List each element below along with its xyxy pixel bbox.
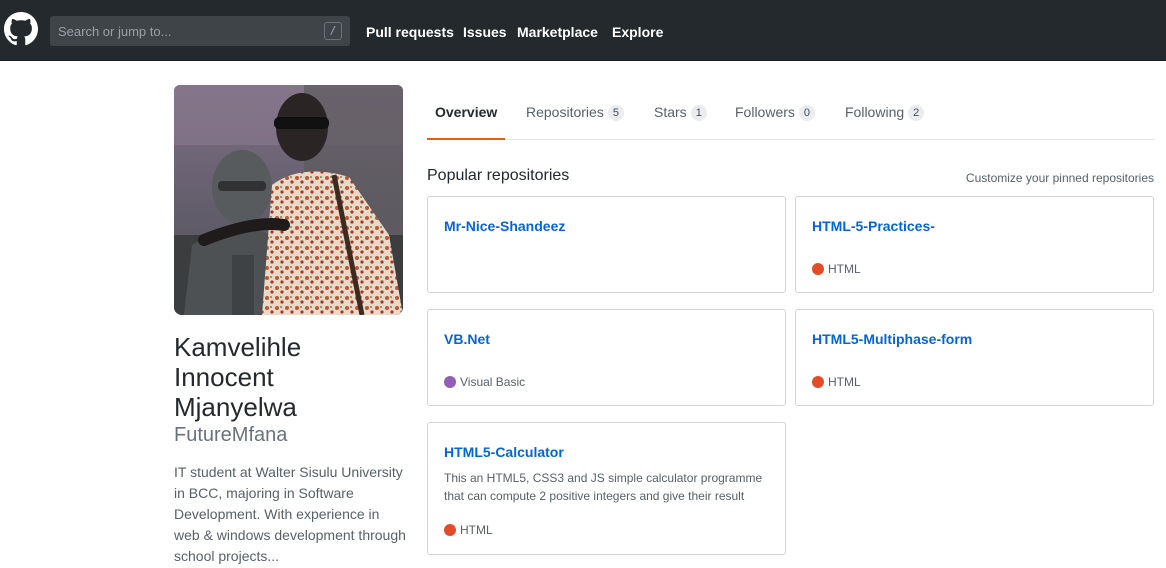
language-color-dot — [444, 376, 456, 388]
repo-description: This an HTML5, CSS3 and JS simple calcul… — [444, 471, 763, 503]
repo-link[interactable]: Mr-Nice-Shandeez — [444, 217, 565, 235]
popular-repositories-title: Popular repositories — [427, 167, 570, 184]
repo-language: HTML — [812, 262, 861, 276]
profile-username: FutureMfana — [174, 424, 288, 446]
repo-link[interactable]: VB.Net — [444, 330, 490, 348]
name-line-2: Innocent — [174, 362, 274, 392]
tab-label: Repositories — [526, 104, 604, 120]
search-shortcut-key: / — [324, 22, 342, 40]
repo-card: Mr-Nice-Shandeez — [427, 196, 786, 293]
profile-full-name: Kamvelihle Innocent Mjanyelwa — [174, 332, 394, 422]
tab-counter: 5 — [607, 105, 624, 121]
tab-label: Stars — [654, 104, 687, 120]
profile-tabs: Overview Repositories 5 Stars 1 Followers 0… — [427, 92, 1154, 140]
repo-link[interactable]: HTML-5-Practices- — [812, 217, 935, 235]
tab-label: Overview — [435, 104, 498, 120]
language-color-dot — [444, 524, 456, 536]
language-color-dot — [812, 263, 824, 275]
top-header: / Pull requests Issues Marketplace Explo… — [0, 0, 1166, 61]
github-logo-icon[interactable] — [4, 12, 38, 46]
profile-bio: IT student at Walter Sisulu University i… — [174, 464, 406, 564]
repo-language: Visual Basic — [444, 375, 525, 389]
repo-card: HTML5-Multiphase-form HTML — [795, 309, 1154, 406]
repo-language-label: HTML — [460, 523, 493, 537]
repo-link[interactable]: HTML5-Calculator — [444, 443, 564, 461]
tab-label: Followers — [735, 104, 795, 120]
search-input[interactable] — [50, 16, 320, 46]
nav-marketplace[interactable]: Marketplace — [517, 24, 598, 40]
nav-explore[interactable]: Explore — [612, 24, 663, 40]
tab-followers[interactable]: Followers 0 — [735, 92, 816, 140]
repo-language-label: HTML — [828, 375, 861, 389]
nav-pull-requests[interactable]: Pull requests — [366, 24, 454, 40]
repo-card: VB.Net Visual Basic — [427, 309, 786, 406]
customize-pinned-link[interactable]: Customize your pinned repositories — [966, 171, 1154, 185]
repo-card: HTML5-Calculator This an HTML5, CSS3 and… — [427, 422, 786, 555]
search-box[interactable]: / — [50, 16, 350, 46]
tab-repositories[interactable]: Repositories 5 — [526, 92, 624, 140]
repo-card: HTML-5-Practices- HTML — [795, 196, 1154, 293]
name-line-1: Kamvelihle — [174, 332, 302, 362]
name-line-3: Mjanyelwa — [174, 392, 297, 422]
tab-counter: 0 — [798, 105, 816, 121]
repo-language-label: Visual Basic — [460, 375, 526, 389]
repo-language: HTML — [444, 523, 493, 537]
profile-avatar[interactable] — [174, 85, 403, 315]
tab-stars[interactable]: Stars 1 — [654, 92, 707, 140]
language-color-dot — [812, 376, 824, 388]
tab-following[interactable]: Following 2 — [845, 92, 925, 140]
repo-language: HTML — [812, 375, 861, 389]
repo-link[interactable]: HTML5-Multiphase-form — [812, 330, 972, 348]
tab-counter: 1 — [690, 105, 707, 121]
nav-issues[interactable]: Issues — [463, 24, 507, 40]
tab-overview[interactable]: Overview — [427, 92, 506, 140]
repo-language-label: HTML — [828, 262, 861, 276]
tab-counter: 2 — [908, 105, 925, 121]
tab-label: Following — [845, 104, 905, 120]
